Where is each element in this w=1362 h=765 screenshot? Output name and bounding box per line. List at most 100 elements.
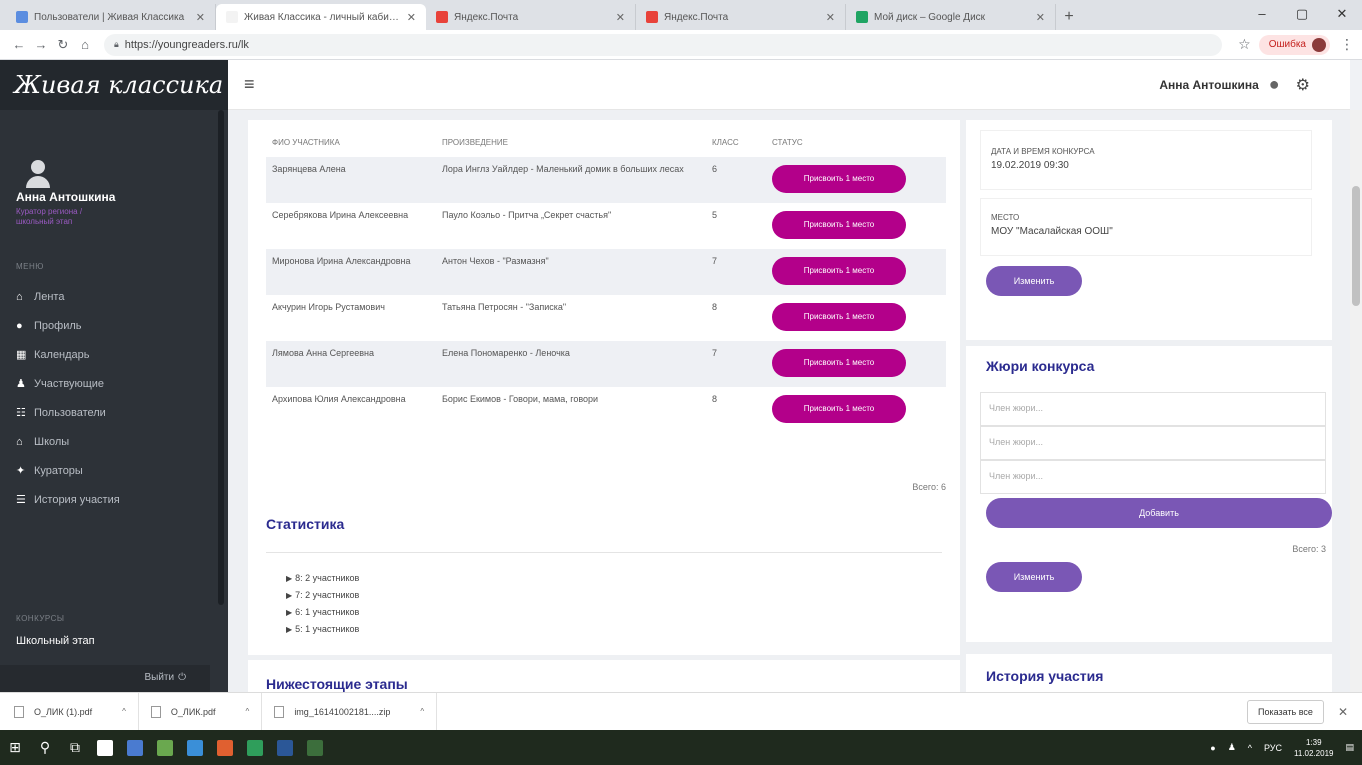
jury-input-1[interactable]: Член жюри... [980,392,1326,426]
sidebar-item[interactable]: ⌂ Лента [0,282,218,311]
page-scrollbar[interactable] [1350,110,1362,692]
group-icon: ☷ [16,407,26,419]
chevron-up-icon[interactable]: ^ [246,707,250,716]
participant-status: Присвоить 1 место [766,157,946,203]
notifications-icon[interactable]: ▤ [1345,742,1354,753]
forward-icon[interactable]: → [30,37,52,52]
minimize-icon[interactable]: – [1242,0,1282,28]
language-indicator[interactable]: РУС [1264,743,1282,753]
browser-tab[interactable]: Яндекс.Почта ✕ [426,4,636,30]
edit-contest-button[interactable]: Изменить [986,266,1082,296]
close-download-bar-icon[interactable]: ✕ [1338,705,1348,719]
app-icon[interactable] [180,730,210,765]
gear-icon[interactable]: ⚙ [1296,75,1310,95]
close-tab-icon[interactable]: ✕ [196,11,205,24]
hamburger-menu-icon[interactable]: ≡ [244,74,255,95]
add-jury-button[interactable]: Добавить [986,498,1332,528]
table-row: Миронова Ирина Александровна Антон Чехов … [266,249,946,295]
contest-place-label: Место [991,213,1020,222]
browser-menu-icon[interactable]: ⋮ [1340,36,1354,53]
close-tab-icon[interactable]: ✕ [407,11,416,24]
award-first-place-button[interactable]: Присвоить 1 место [772,349,906,377]
award-first-place-button[interactable]: Присвоить 1 место [772,211,906,239]
profile-button[interactable]: Ошибка [1258,34,1330,55]
new-tab-icon[interactable]: + [1056,4,1082,30]
statistics-item[interactable]: ▶ 6: 1 участников [286,604,359,621]
sidebar-item[interactable]: ⌂ Школы [0,427,218,456]
tray-chevron-icon[interactable]: ^ [1248,743,1252,753]
windows-start-icon[interactable]: ⊞ [0,730,30,765]
header-user-name[interactable]: Анна Антошкина [1159,78,1258,92]
statistics-item[interactable]: ▶ 8: 2 участников [286,570,359,587]
browser-tab[interactable]: Пользователи | Живая Классика ✕ [6,4,216,30]
sidebar-item[interactable]: ☰ История участия [0,485,218,514]
user-avatar-icon[interactable]: ● [1269,74,1280,95]
home-nav-icon[interactable]: ⌂ [74,37,96,52]
app-icon[interactable] [210,730,240,765]
sidebar-item[interactable]: ▦ Календарь [0,340,218,369]
people-icon[interactable]: ♟ [1228,742,1236,753]
back-icon[interactable]: ← [8,37,30,52]
chevron-up-icon[interactable]: ^ [122,707,126,716]
app-icon[interactable] [120,730,150,765]
clock[interactable]: 1:39 11.02.2019 [1294,737,1333,759]
jury-input-3[interactable]: Член жюри... [980,460,1326,494]
statistics-item[interactable]: ▶ 5: 1 участников [286,621,359,638]
browser-tab[interactable]: Яндекс.Почта ✕ [636,4,846,30]
award-first-place-button[interactable]: Присвоить 1 место [772,303,906,331]
sidebar-item-contest[interactable]: Школьный этап [16,635,95,647]
statistics-item[interactable]: ▶ 7: 2 участников [286,587,359,604]
participant-status: Присвоить 1 место [766,341,946,387]
file-icon [14,705,24,718]
logout-button[interactable]: Выйти ⏻ [0,665,210,692]
award-first-place-button[interactable]: Присвоить 1 место [772,165,906,193]
sidebar-item[interactable]: ✦ Кураторы [0,456,218,485]
download-item[interactable]: img_16141002181....zip ^ [274,692,438,731]
download-item[interactable]: О_ЛИК.pdf ^ [150,692,263,731]
close-window-icon[interactable]: ✕ [1322,0,1362,28]
brand-logo[interactable]: Живая классика [0,60,228,110]
download-filename: img_16141002181....zip [294,706,391,717]
browser-tab-title: Яндекс.Почта [454,11,519,23]
app-icon[interactable] [240,730,270,765]
task-view-icon[interactable]: ⧉ [60,730,90,765]
search-icon[interactable]: ⚲ [30,730,60,765]
url-input[interactable]: 🔒︎ https://youngreaders.ru/lk [104,33,1223,56]
sidebar-item[interactable]: ♟ Участвующие [0,369,218,398]
browser-tab[interactable]: Мой диск – Google Диск ✕ [846,4,1056,30]
app-icon[interactable] [90,730,120,765]
contest-date-label: Дата и время конкурса [991,147,1095,156]
participant-grade: 8 [712,394,718,404]
chrome-tray-icon[interactable]: ● [1210,743,1215,753]
award-first-place-button[interactable]: Присвоить 1 место [772,257,906,285]
app-icon[interactable] [150,730,180,765]
maximize-icon[interactable]: ▢ [1282,0,1322,28]
table-row: Акчурин Игорь Рустамович Татьяна Петросян… [266,295,946,341]
jury-input-2[interactable]: Член жюри... [980,426,1326,460]
close-tab-icon[interactable]: ✕ [826,11,835,24]
close-tab-icon[interactable]: ✕ [616,11,625,24]
history-title: История участия [986,668,1104,684]
table-header-row: ФИО участника Произведение Класс Статус [266,134,946,157]
expand-triangle-icon: ▶ [286,625,293,634]
close-tab-icon[interactable]: ✕ [1036,11,1045,24]
sidebar-item[interactable]: ☷ Пользователи [0,398,218,427]
favicon-icon [16,11,28,23]
reload-icon[interactable]: ↻ [52,37,74,53]
statistics-item-label: 8: 2 участников [295,573,360,583]
sidebar-item[interactable]: ● Профиль [0,311,218,340]
edit-jury-button[interactable]: Изменить [986,562,1082,592]
sidebar-scrollbar[interactable] [218,110,224,605]
participant-name: Лямова Анна Сергеевна [266,341,436,387]
download-item[interactable]: О_ЛИК (1).pdf ^ [14,692,139,731]
app-icon[interactable] [300,730,330,765]
bookmark-star-icon[interactable]: ☆ [1238,36,1251,53]
app-icon[interactable] [270,730,300,765]
award-first-place-button[interactable]: Присвоить 1 место [772,395,906,423]
file-icon [150,705,161,718]
scrollbar-thumb[interactable] [1352,186,1360,306]
table-header-cell: Статус [772,138,803,147]
browser-tab[interactable]: Живая Классика - личный кабинет ✕ [216,4,426,30]
chevron-up-icon[interactable]: ^ [420,707,424,716]
show-all-downloads-button[interactable]: Показать все [1246,699,1324,724]
